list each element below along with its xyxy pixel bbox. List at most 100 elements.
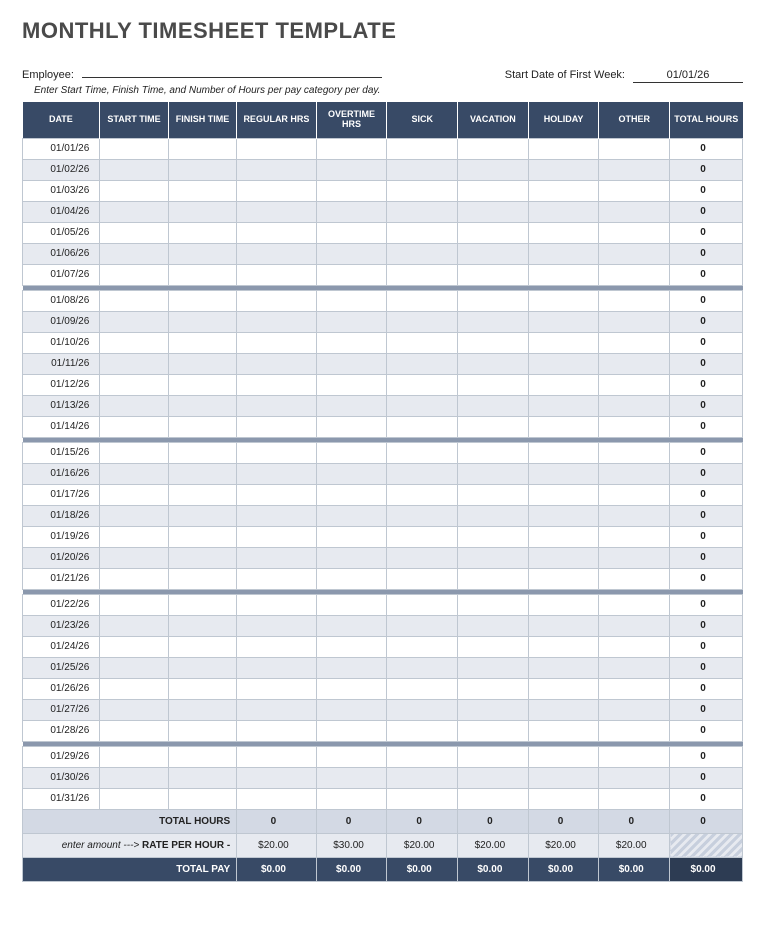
start-time-cell[interactable] [100,264,168,285]
finish-time-cell[interactable] [168,243,236,264]
sick-cell[interactable] [387,678,458,699]
start-time-cell[interactable] [100,657,168,678]
other-cell[interactable] [599,201,670,222]
sick-cell[interactable] [387,720,458,741]
holiday-cell[interactable] [528,720,599,741]
vacation-cell[interactable] [458,353,529,374]
regular-hrs-cell[interactable] [237,568,317,589]
vacation-cell[interactable] [458,395,529,416]
finish-time-cell[interactable] [168,678,236,699]
sick-cell[interactable] [387,657,458,678]
sick-cell[interactable] [387,416,458,437]
vacation-cell[interactable] [458,332,529,353]
overtime-hrs-cell[interactable] [316,201,387,222]
vacation-cell[interactable] [458,720,529,741]
start-time-cell[interactable] [100,720,168,741]
overtime-hrs-cell[interactable] [316,615,387,636]
rate-holiday[interactable]: $20.00 [528,833,599,857]
other-cell[interactable] [599,243,670,264]
start-time-cell[interactable] [100,332,168,353]
finish-time-cell[interactable] [168,767,236,788]
start-time-cell[interactable] [100,374,168,395]
start-time-cell[interactable] [100,243,168,264]
start-time-cell[interactable] [100,180,168,201]
finish-time-cell[interactable] [168,526,236,547]
holiday-cell[interactable] [528,636,599,657]
sick-cell[interactable] [387,201,458,222]
overtime-hrs-cell[interactable] [316,720,387,741]
other-cell[interactable] [599,678,670,699]
start-time-cell[interactable] [100,526,168,547]
other-cell[interactable] [599,290,670,311]
overtime-hrs-cell[interactable] [316,484,387,505]
start-time-cell[interactable] [100,568,168,589]
sick-cell[interactable] [387,699,458,720]
sick-cell[interactable] [387,159,458,180]
regular-hrs-cell[interactable] [237,353,317,374]
vacation-cell[interactable] [458,526,529,547]
holiday-cell[interactable] [528,699,599,720]
vacation-cell[interactable] [458,374,529,395]
holiday-cell[interactable] [528,746,599,767]
other-cell[interactable] [599,526,670,547]
start-time-cell[interactable] [100,222,168,243]
vacation-cell[interactable] [458,463,529,484]
start-time-cell[interactable] [100,699,168,720]
regular-hrs-cell[interactable] [237,243,317,264]
sick-cell[interactable] [387,746,458,767]
overtime-hrs-cell[interactable] [316,505,387,526]
regular-hrs-cell[interactable] [237,264,317,285]
holiday-cell[interactable] [528,180,599,201]
finish-time-cell[interactable] [168,353,236,374]
holiday-cell[interactable] [528,657,599,678]
regular-hrs-cell[interactable] [237,484,317,505]
regular-hrs-cell[interactable] [237,374,317,395]
overtime-hrs-cell[interactable] [316,657,387,678]
finish-time-cell[interactable] [168,201,236,222]
sick-cell[interactable] [387,505,458,526]
sick-cell[interactable] [387,353,458,374]
vacation-cell[interactable] [458,311,529,332]
regular-hrs-cell[interactable] [237,678,317,699]
other-cell[interactable] [599,463,670,484]
regular-hrs-cell[interactable] [237,180,317,201]
sick-cell[interactable] [387,180,458,201]
holiday-cell[interactable] [528,264,599,285]
holiday-cell[interactable] [528,353,599,374]
other-cell[interactable] [599,636,670,657]
finish-time-cell[interactable] [168,594,236,615]
overtime-hrs-cell[interactable] [316,222,387,243]
vacation-cell[interactable] [458,159,529,180]
overtime-hrs-cell[interactable] [316,547,387,568]
other-cell[interactable] [599,657,670,678]
regular-hrs-cell[interactable] [237,201,317,222]
holiday-cell[interactable] [528,526,599,547]
sick-cell[interactable] [387,526,458,547]
start-time-cell[interactable] [100,615,168,636]
regular-hrs-cell[interactable] [237,746,317,767]
other-cell[interactable] [599,746,670,767]
overtime-hrs-cell[interactable] [316,353,387,374]
overtime-hrs-cell[interactable] [316,767,387,788]
overtime-hrs-cell[interactable] [316,636,387,657]
start-time-cell[interactable] [100,636,168,657]
overtime-hrs-cell[interactable] [316,180,387,201]
sick-cell[interactable] [387,374,458,395]
vacation-cell[interactable] [458,746,529,767]
rate-regular[interactable]: $20.00 [237,833,317,857]
other-cell[interactable] [599,180,670,201]
overtime-hrs-cell[interactable] [316,416,387,437]
other-cell[interactable] [599,353,670,374]
sick-cell[interactable] [387,290,458,311]
holiday-cell[interactable] [528,201,599,222]
vacation-cell[interactable] [458,547,529,568]
holiday-cell[interactable] [528,547,599,568]
holiday-cell[interactable] [528,442,599,463]
sick-cell[interactable] [387,138,458,159]
regular-hrs-cell[interactable] [237,767,317,788]
start-time-cell[interactable] [100,746,168,767]
regular-hrs-cell[interactable] [237,222,317,243]
sick-cell[interactable] [387,243,458,264]
finish-time-cell[interactable] [168,442,236,463]
start-time-cell[interactable] [100,484,168,505]
